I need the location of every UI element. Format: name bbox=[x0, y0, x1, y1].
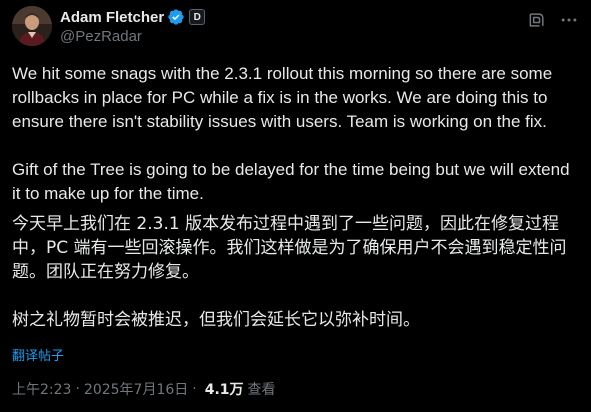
tweet-meta: 上午2:23 · 2025年7月16日 · 4.1万 查看 bbox=[12, 379, 276, 399]
grok-icon[interactable] bbox=[527, 10, 547, 30]
tweet-header: Adam Fletcher D @PezRadar bbox=[12, 6, 579, 48]
tweet-paragraph: We hit some snags with the 2.3.1 rollout… bbox=[12, 64, 557, 131]
name-row: Adam Fletcher D bbox=[60, 7, 206, 27]
display-name[interactable]: Adam Fletcher bbox=[60, 9, 164, 26]
tweet-paragraph: Gift of the Tree is going to be delayed … bbox=[12, 160, 575, 203]
user-avatar-photo-icon bbox=[12, 6, 52, 46]
post-date[interactable]: 2025年7月16日 bbox=[84, 379, 188, 399]
post-time[interactable]: 上午2:23 bbox=[12, 379, 71, 399]
separator-dot: · bbox=[192, 381, 197, 397]
translated-paragraph: 今天早上我们在 2.3.1 版本发布过程中遇到了一些问题，因此在修复过程中，PC… bbox=[12, 214, 567, 282]
more-options-icon[interactable] bbox=[559, 10, 579, 30]
author-block: Adam Fletcher D @PezRadar bbox=[60, 7, 206, 45]
translated-body: 今天早上我们在 2.3.1 版本发布过程中遇到了一些问题，因此在修复过程中，PC… bbox=[12, 212, 582, 332]
author-handle[interactable]: @PezRadar bbox=[60, 28, 205, 45]
affiliate-badge-icon[interactable]: D bbox=[189, 9, 206, 25]
views-label: 查看 bbox=[247, 382, 276, 398]
views-count: 4.1万 bbox=[204, 382, 244, 398]
tweet-body: We hit some snags with the 2.3.1 rollout… bbox=[12, 62, 582, 206]
translate-post-link[interactable]: 翻译帖子 bbox=[12, 345, 64, 364]
translated-paragraph: 树之礼物暂时会被推迟，但我们会延长它以弥补时间。 bbox=[12, 310, 420, 330]
avatar[interactable] bbox=[12, 6, 52, 46]
verified-badge-icon[interactable] bbox=[167, 8, 185, 26]
separator-dot: · bbox=[75, 381, 80, 397]
